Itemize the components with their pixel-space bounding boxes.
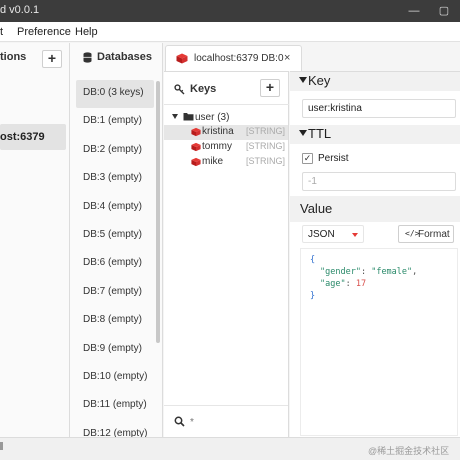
minimize-button[interactable]: — (406, 4, 422, 18)
keys-divider (164, 104, 289, 105)
ttl-section-title: TTL (308, 126, 332, 141)
database-item[interactable]: DB:11 (empty) (76, 392, 154, 420)
database-item[interactable]: DB:7 (empty) (76, 279, 154, 307)
databases-header: Databases (97, 51, 153, 63)
key-item-tommy[interactable]: tommy [STRING] (164, 140, 288, 155)
database-item[interactable]: DB:8 (empty) (76, 307, 154, 335)
menu-bar: t Preference Help (0, 22, 460, 42)
collapse-arrow-icon[interactable] (299, 77, 307, 83)
add-key-button[interactable]: + (260, 79, 280, 97)
key-name: kristina (202, 126, 234, 137)
key-type: [STRING] (246, 156, 286, 166)
key-item-mike[interactable]: mike [STRING] (164, 155, 288, 170)
persist-checkbox[interactable]: ✓ (302, 153, 313, 164)
redis-key-icon (191, 127, 201, 137)
format-button[interactable]: </> Format (398, 225, 454, 243)
title-bar: d v0.0.1 — ▢ (0, 0, 460, 22)
persist-label: Persist (318, 153, 349, 164)
json-close-brace: } (310, 291, 316, 301)
database-item[interactable]: DB:4 (empty) (76, 194, 154, 222)
expand-icon[interactable] (172, 114, 178, 119)
value-section-header: Value (290, 196, 460, 222)
menu-item-preference[interactable]: Preference (17, 26, 71, 38)
format-select[interactable]: JSON (302, 225, 364, 243)
key-type: [STRING] (246, 126, 286, 136)
keys-panel: Keys + user (3) kristina [STRING] tommy … (164, 71, 289, 437)
menu-item-file[interactable]: t (0, 26, 3, 38)
key-item-kristina[interactable]: kristina [STRING] (164, 125, 288, 140)
json-key-age: "age" (320, 279, 346, 289)
database-item[interactable]: DB:5 (empty) (76, 222, 154, 250)
redis-icon (176, 53, 188, 64)
databases-panel: Databases DB:0 (3 keys) DB:1 (empty) DB:… (70, 43, 163, 437)
database-item[interactable]: DB:1 (empty) (76, 108, 154, 136)
watermark: @稀土掘金技术社区 (368, 446, 450, 456)
key-detail-panel: Key TTL ✓ Persist Value JSON </> Format … (290, 71, 460, 437)
key-section-header[interactable]: Key (290, 72, 460, 91)
key-name-field[interactable] (302, 99, 456, 118)
redis-key-icon (191, 157, 201, 167)
redis-key-icon (191, 142, 201, 152)
ttl-field[interactable] (302, 172, 456, 191)
database-icon (83, 52, 92, 63)
tab-connection-db0[interactable]: localhost:6379 DB:0 × (165, 45, 302, 71)
key-name: tommy (202, 141, 232, 152)
json-key-gender: "gender" (320, 267, 361, 277)
collapse-arrow-icon[interactable] (299, 130, 307, 136)
connections-header: tions (0, 51, 27, 63)
database-item[interactable]: DB:0 (3 keys) (76, 80, 154, 109)
database-list-scrollbar[interactable] (156, 81, 160, 343)
folder-icon (183, 113, 194, 121)
close-tab-button[interactable]: × (284, 52, 290, 64)
value-editor[interactable]: { "gender": "female", "age": 17 } (300, 248, 458, 436)
value-section-title: Value (300, 201, 333, 216)
ttl-section-header[interactable]: TTL (290, 125, 460, 144)
json-open-brace: { (310, 255, 316, 265)
key-name: mike (202, 156, 224, 167)
search-icon (174, 416, 185, 427)
key-icon (174, 84, 185, 95)
connections-panel: tions + ost:6379 (0, 43, 70, 437)
window-title: d v0.0.1 (0, 4, 40, 16)
database-item[interactable]: DB:3 (empty) (76, 165, 154, 193)
database-item[interactable]: DB:2 (empty) (76, 137, 154, 165)
key-search-input[interactable] (190, 413, 282, 431)
database-item[interactable]: DB:6 (empty) (76, 250, 154, 278)
add-connection-button[interactable]: + (42, 50, 62, 68)
tab-label: localhost:6379 DB:0 (194, 53, 284, 64)
database-item[interactable]: DB:10 (empty) (76, 364, 154, 392)
bottom-bar: @稀土掘金技术社区 (0, 437, 460, 460)
key-search-bar (164, 405, 288, 437)
maximize-button[interactable]: ▢ (436, 4, 452, 18)
format-select-value: JSON (308, 229, 335, 240)
keys-header: Keys (190, 83, 217, 95)
format-button-label: Format (418, 229, 450, 240)
database-item[interactable]: DB:12 (empty) (76, 421, 154, 437)
json-value-age: 17 (355, 279, 367, 289)
key-type: [STRING] (246, 141, 286, 151)
folder-label: user (3) (195, 112, 230, 123)
resize-handle[interactable] (0, 442, 3, 450)
json-value-gender: "female" (371, 267, 413, 277)
key-section-title: Key (308, 73, 331, 88)
connection-item[interactable]: ost:6379 (0, 124, 66, 150)
database-list: DB:0 (3 keys) DB:1 (empty) DB:2 (empty) … (76, 80, 154, 437)
database-item[interactable]: DB:9 (empty) (76, 336, 154, 364)
chevron-down-icon (352, 233, 358, 237)
menu-item-help[interactable]: Help (75, 26, 98, 38)
